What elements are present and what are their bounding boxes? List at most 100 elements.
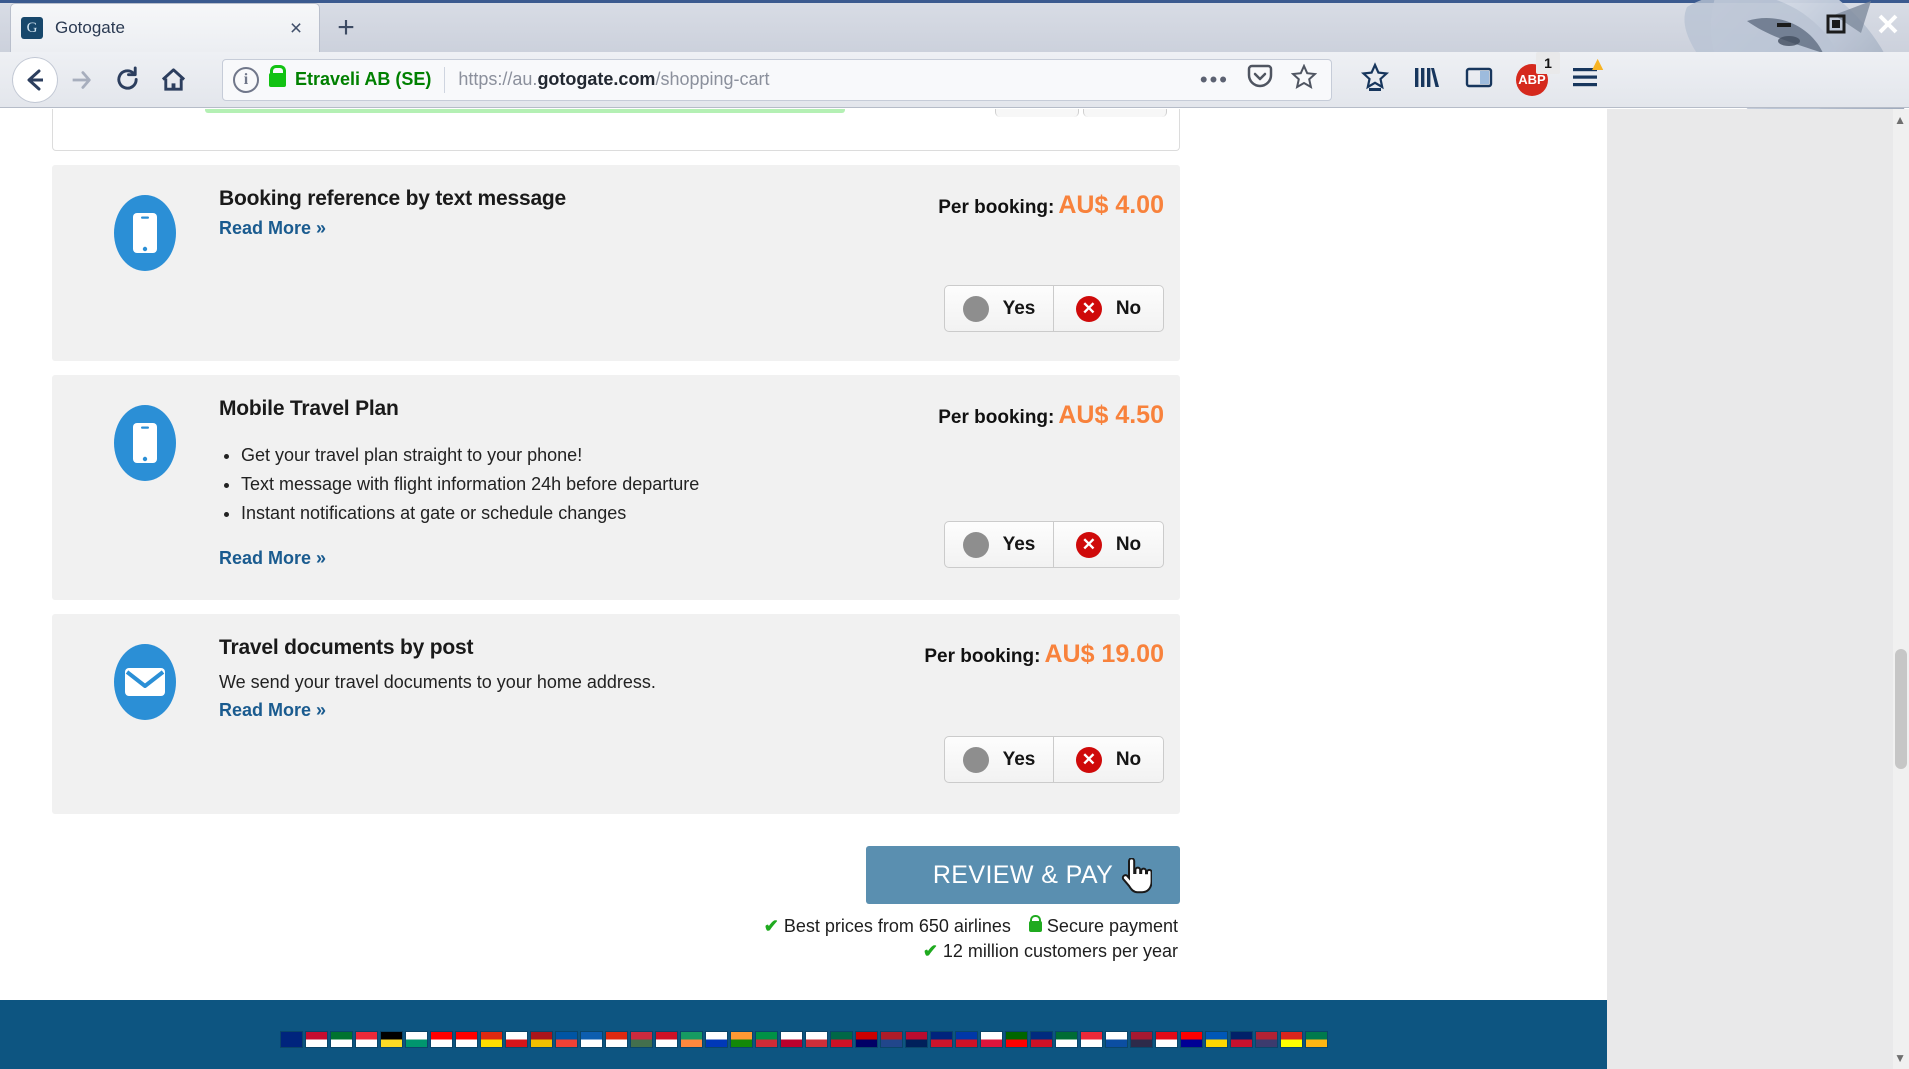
bookmarks-star-icon[interactable]	[1360, 62, 1390, 97]
new-tab-button[interactable]: +	[324, 6, 368, 50]
lock-icon	[1028, 915, 1042, 932]
flag-icon-cz[interactable]	[505, 1032, 527, 1047]
flag-icon-id[interactable]	[655, 1032, 677, 1047]
option-title: Travel documents by post	[219, 636, 474, 659]
flag-icon-sk[interactable]	[1105, 1032, 1127, 1047]
no-label: No	[1115, 748, 1142, 770]
previous-card-partial	[52, 109, 1180, 151]
minimize-icon[interactable]	[1771, 11, 1797, 37]
adblock-label: ABP	[1518, 72, 1546, 87]
flag-icon-pt[interactable]	[1005, 1032, 1027, 1047]
flag-icon-dk[interactable]	[305, 1032, 327, 1047]
scroll-up-icon[interactable]: ▲	[1894, 113, 1906, 127]
flag-icon-no[interactable]	[905, 1032, 927, 1047]
home-icon[interactable]	[150, 57, 196, 103]
sidebar-icon[interactable]	[1464, 62, 1494, 97]
browser-tab-gotogate[interactable]: G Gotogate ×	[10, 3, 320, 52]
url-divider	[444, 66, 446, 93]
flag-icon-at[interactable]	[355, 1032, 377, 1047]
flag-icon-ie[interactable]	[680, 1032, 702, 1047]
bookmark-star-icon[interactable]	[1290, 63, 1318, 95]
flag-icon-sg[interactable]	[1080, 1032, 1102, 1047]
page-info-icon[interactable]: i	[233, 66, 259, 93]
no-button[interactable]: ✕ No	[1054, 285, 1164, 332]
flag-icon-th[interactable]	[1130, 1032, 1152, 1047]
scrollbar-thumb[interactable]	[1895, 649, 1907, 769]
flag-icon-cn[interactable]	[480, 1032, 502, 1047]
flag-icon-es[interactable]	[530, 1032, 552, 1047]
flag-icon-in[interactable]	[730, 1032, 752, 1047]
list-item: Text message with flight information 24h…	[241, 470, 880, 499]
flag-icon-ch[interactable]	[455, 1032, 477, 1047]
flag-icon-ae[interactable]	[330, 1032, 352, 1047]
yes-button[interactable]: Yes	[944, 736, 1054, 783]
flag-icon-nl[interactable]	[880, 1032, 902, 1047]
back-arrow-icon[interactable]	[12, 56, 58, 103]
scroll-down-icon[interactable]: ▼	[1894, 1051, 1906, 1065]
option-card-mobile-travel-plan: Mobile Travel Plan Get your travel plan …	[52, 375, 1180, 600]
close-window-icon[interactable]	[1875, 11, 1901, 37]
footer-links: Top Flight Desks Privacy policy Travel p…	[0, 1047, 1607, 1069]
flag-icon-be[interactable]	[380, 1032, 402, 1047]
previous-yes-button[interactable]	[995, 109, 1079, 117]
close-icon[interactable]: ×	[283, 15, 309, 41]
yes-button[interactable]: Yes	[944, 521, 1054, 568]
trust-secure-payment: Secure payment	[1046, 916, 1178, 936]
flag-icon-ph[interactable]	[955, 1032, 977, 1047]
flag-icon-ca[interactable]	[430, 1032, 452, 1047]
flag-icon-il[interactable]	[705, 1032, 727, 1047]
read-more-link[interactable]: Read More »	[219, 700, 326, 721]
flag-icon-vn[interactable]	[1280, 1032, 1302, 1047]
flag-icon-nz[interactable]	[930, 1032, 952, 1047]
trust-best-prices: Best prices from 650 airlines	[783, 916, 1011, 936]
flag-icon-fr[interactable]	[555, 1032, 577, 1047]
flag-icon-hk[interactable]	[605, 1032, 627, 1047]
flag-icon-za[interactable]	[1305, 1032, 1327, 1047]
flag-icon-us[interactable]	[1255, 1032, 1277, 1047]
url-input[interactable]: https://au.gotogate.com/shopping-cart	[458, 69, 769, 90]
green-highlight-bar	[205, 109, 845, 113]
flag-icon-it[interactable]	[755, 1032, 777, 1047]
mouse-cursor-hand-icon	[1118, 857, 1153, 901]
yes-label: Yes	[1002, 297, 1036, 319]
page-actions-icon[interactable]: •••	[1200, 68, 1229, 90]
flag-icon-bg[interactable]	[405, 1032, 427, 1047]
page-scrollbar[interactable]: ▲ ▼	[1893, 109, 1909, 1069]
pocket-icon[interactable]	[1247, 64, 1273, 95]
option-card-travel-documents-by-post: Travel documents by post We send your tr…	[52, 614, 1180, 814]
review-and-pay-button[interactable]: REVIEW & PAY	[866, 846, 1180, 904]
no-button[interactable]: ✕ No	[1054, 736, 1164, 783]
forward-arrow-icon[interactable]	[58, 57, 104, 103]
restore-icon[interactable]	[1823, 11, 1849, 37]
flag-icon-sa[interactable]	[1055, 1032, 1077, 1047]
previous-no-button[interactable]	[1083, 109, 1167, 117]
read-more-link[interactable]: Read More »	[219, 548, 326, 569]
previous-card-buttons[interactable]	[995, 109, 1167, 117]
library-icon[interactable]	[1412, 62, 1442, 97]
no-button[interactable]: ✕ No	[1054, 521, 1164, 568]
app-menu-button[interactable]: ▲	[1570, 55, 1607, 95]
flag-icon-gb[interactable]	[1230, 1032, 1252, 1047]
no-selected-icon: ✕	[1075, 531, 1102, 558]
flag-icon-ro[interactable]	[1030, 1032, 1052, 1047]
check-icon: ✔	[763, 916, 779, 936]
adblock-plus-icon[interactable]: ABP 1	[1516, 51, 1560, 96]
flag-icon-tr[interactable]	[1155, 1032, 1177, 1047]
flag-icon-pl[interactable]	[980, 1032, 1002, 1047]
flag-icon-ua[interactable]	[1205, 1032, 1227, 1047]
reload-icon[interactable]	[104, 57, 150, 103]
flag-icon-kr[interactable]	[805, 1032, 827, 1047]
read-more-link[interactable]: Read More »	[219, 218, 326, 239]
price-amount: AU$ 4.00	[1058, 191, 1164, 219]
flag-icon-mx[interactable]	[830, 1032, 852, 1047]
flag-icon-gr[interactable]	[580, 1032, 602, 1047]
flag-icon-hu[interactable]	[630, 1032, 652, 1047]
flag-icon-my[interactable]	[855, 1032, 877, 1047]
yes-button[interactable]: Yes	[944, 285, 1054, 332]
flag-icon-tw[interactable]	[1180, 1032, 1202, 1047]
tab-strip: G Gotogate × +	[0, 0, 1909, 147]
address-bar[interactable]: i Etraveli AB (SE) https://au.gotogate.c…	[222, 58, 1332, 101]
flag-icon-au[interactable]	[280, 1032, 302, 1047]
review-and-pay-label: REVIEW & PAY	[932, 860, 1114, 889]
flag-icon-jp[interactable]	[780, 1032, 802, 1047]
